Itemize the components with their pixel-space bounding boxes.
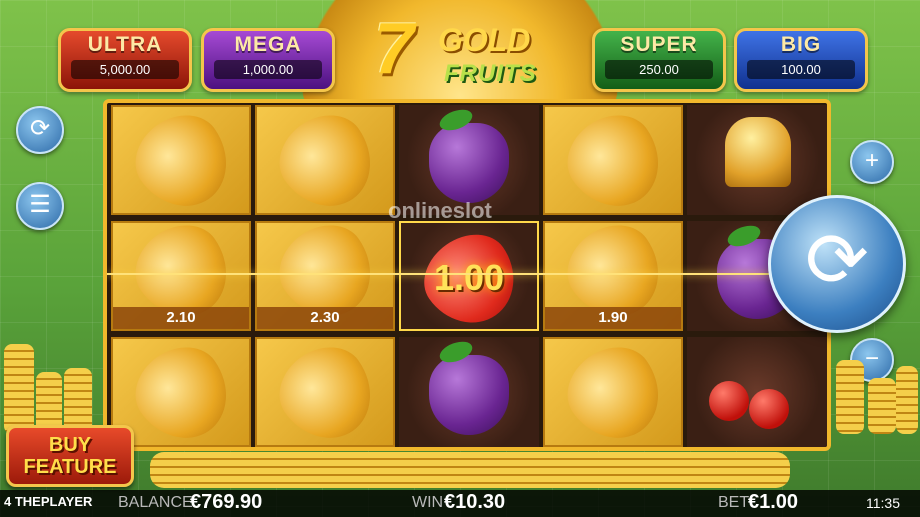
symbol-cherries	[687, 337, 827, 447]
jackpot-name: BIG	[780, 33, 822, 56]
symbol-gold-strawberry-value: 2.10	[111, 209, 251, 335]
win-line	[107, 273, 827, 275]
reel-grid: 2.10 2.30 1.00 1.90	[103, 99, 831, 451]
symbol-gold-strawberry	[255, 331, 395, 447]
bet-value: €1.00	[748, 491, 799, 513]
jackpot-value: 100.00	[747, 60, 855, 79]
jackpot-name: ULTRA	[87, 33, 163, 56]
game-logo: 7 GOLD FRUITS	[368, 9, 552, 94]
symbol-red-strawberry: 1.00	[399, 218, 539, 342]
symbol-value: 2.30	[257, 307, 393, 329]
symbol-gold-strawberry	[255, 103, 395, 225]
logo-fruits: FRUITS	[444, 60, 537, 87]
jackpot-super: SUPER 250.00	[592, 28, 726, 92]
symbol-bell	[687, 105, 827, 215]
autoplay-icon[interactable]: ⟳	[16, 106, 64, 154]
clock: 11:35	[866, 495, 900, 511]
buy-feature-button[interactable]: BUY FEATURE	[6, 425, 134, 487]
coin-stack	[868, 378, 896, 434]
buy-feature-line1: BUY	[48, 434, 92, 456]
balance-label: BALANCE	[118, 494, 193, 511]
symbol-gold-strawberry	[111, 103, 251, 225]
symbol-gold-strawberry	[543, 103, 683, 225]
bottom-bar: 4 THEPLAYER BALANCE €769.90 WIN €10.30 B…	[0, 490, 920, 517]
jackpot-mega: MEGA 1,000.00	[201, 28, 335, 92]
coin-pile	[150, 452, 790, 488]
spin-icon[interactable]: ⟳	[768, 195, 906, 333]
buy-feature-line2: FEATURE	[23, 456, 117, 478]
coin-stack	[836, 360, 864, 434]
jackpot-ultra: ULTRA 5,000.00	[58, 28, 192, 92]
menu-icon[interactable]: ☰	[16, 182, 64, 230]
jackpot-value: 5,000.00	[71, 60, 179, 79]
logo-seven: 7	[374, 9, 415, 89]
logo-gold: GOLD	[438, 22, 531, 58]
jackpot-value: 250.00	[605, 60, 713, 79]
symbol-value: 1.90	[545, 307, 681, 329]
jackpot-name: SUPER	[620, 33, 698, 56]
bet-label: BET	[718, 494, 750, 511]
jackpot-big: BIG 100.00	[734, 28, 868, 92]
jackpot-value: 1,000.00	[214, 60, 322, 79]
jackpot-name: MEGA	[234, 33, 302, 56]
symbol-grapes	[399, 337, 539, 447]
symbol-gold-strawberry-value: 1.90	[543, 209, 683, 335]
balance-value: €769.90	[190, 491, 263, 513]
coin-stack	[4, 344, 34, 434]
plus-icon[interactable]: +	[850, 140, 894, 184]
symbol-gold-strawberry	[543, 331, 683, 447]
coin-stack	[896, 366, 918, 434]
win-label: WIN	[412, 494, 444, 511]
win-value: €10.30	[444, 491, 506, 513]
symbol-gold-strawberry-value: 2.30	[255, 209, 395, 335]
brand-logo: 4 THEPLAYER	[4, 494, 93, 509]
watermark: onlineslot	[388, 198, 492, 223]
symbol-value: 2.10	[113, 307, 249, 329]
symbol-value: 1.00	[433, 257, 505, 298]
